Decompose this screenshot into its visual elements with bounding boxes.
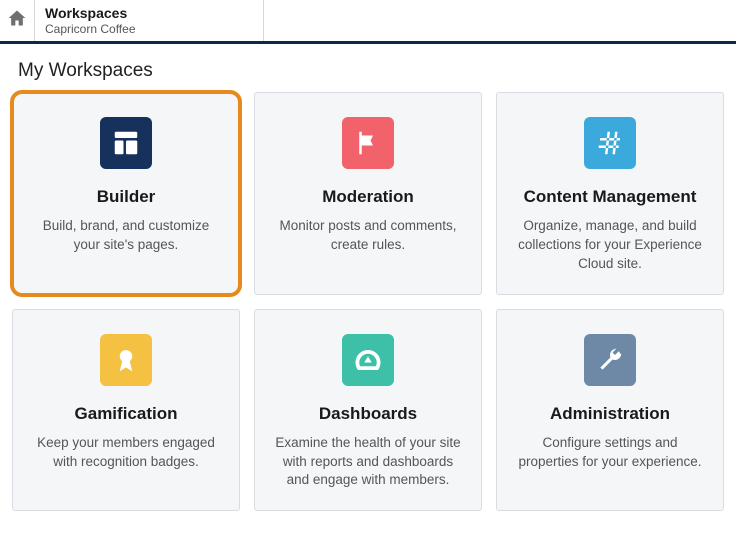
tile-description: Examine the health of your site with rep…	[271, 434, 465, 491]
tile-content-management[interactable]: Content Management Organize, manage, and …	[496, 92, 724, 295]
workspace-grid: Builder Build, brand, and customize your …	[12, 92, 724, 511]
hash-icon	[584, 117, 636, 169]
workspace-title: Workspaces	[45, 5, 249, 22]
tile-title: Content Management	[524, 187, 697, 207]
tile-title: Gamification	[75, 404, 178, 424]
content-area: My Workspaces Builder Build, brand, and c…	[0, 44, 736, 527]
home-icon	[7, 8, 27, 33]
layout-icon	[100, 117, 152, 169]
tile-moderation[interactable]: Moderation Monitor posts and comments, cr…	[254, 92, 482, 295]
tile-description: Organize, manage, and build collections …	[513, 217, 707, 274]
workspace-breadcrumb[interactable]: Workspaces Capricorn Coffee	[34, 0, 264, 41]
flag-icon	[342, 117, 394, 169]
tile-title: Dashboards	[319, 404, 417, 424]
top-bar: Workspaces Capricorn Coffee	[0, 0, 736, 44]
tile-title: Moderation	[322, 187, 414, 207]
tile-builder[interactable]: Builder Build, brand, and customize your …	[12, 92, 240, 295]
home-button[interactable]	[0, 0, 34, 41]
tile-administration[interactable]: Administration Configure settings and pro…	[496, 309, 724, 512]
workspace-subtitle: Capricorn Coffee	[45, 22, 249, 36]
tile-title: Administration	[550, 404, 670, 424]
section-title: My Workspaces	[12, 54, 724, 92]
wrench-icon	[584, 334, 636, 386]
tile-description: Monitor posts and comments, create rules…	[271, 217, 465, 255]
tile-title: Builder	[97, 187, 156, 207]
tile-description: Build, brand, and customize your site's …	[29, 217, 223, 255]
tile-description: Keep your members engaged with recogniti…	[29, 434, 223, 472]
tile-dashboards[interactable]: Dashboards Examine the health of your sit…	[254, 309, 482, 512]
badge-icon	[100, 334, 152, 386]
tile-gamification[interactable]: Gamification Keep your members engaged wi…	[12, 309, 240, 512]
gauge-icon	[342, 334, 394, 386]
tile-description: Configure settings and properties for yo…	[513, 434, 707, 472]
